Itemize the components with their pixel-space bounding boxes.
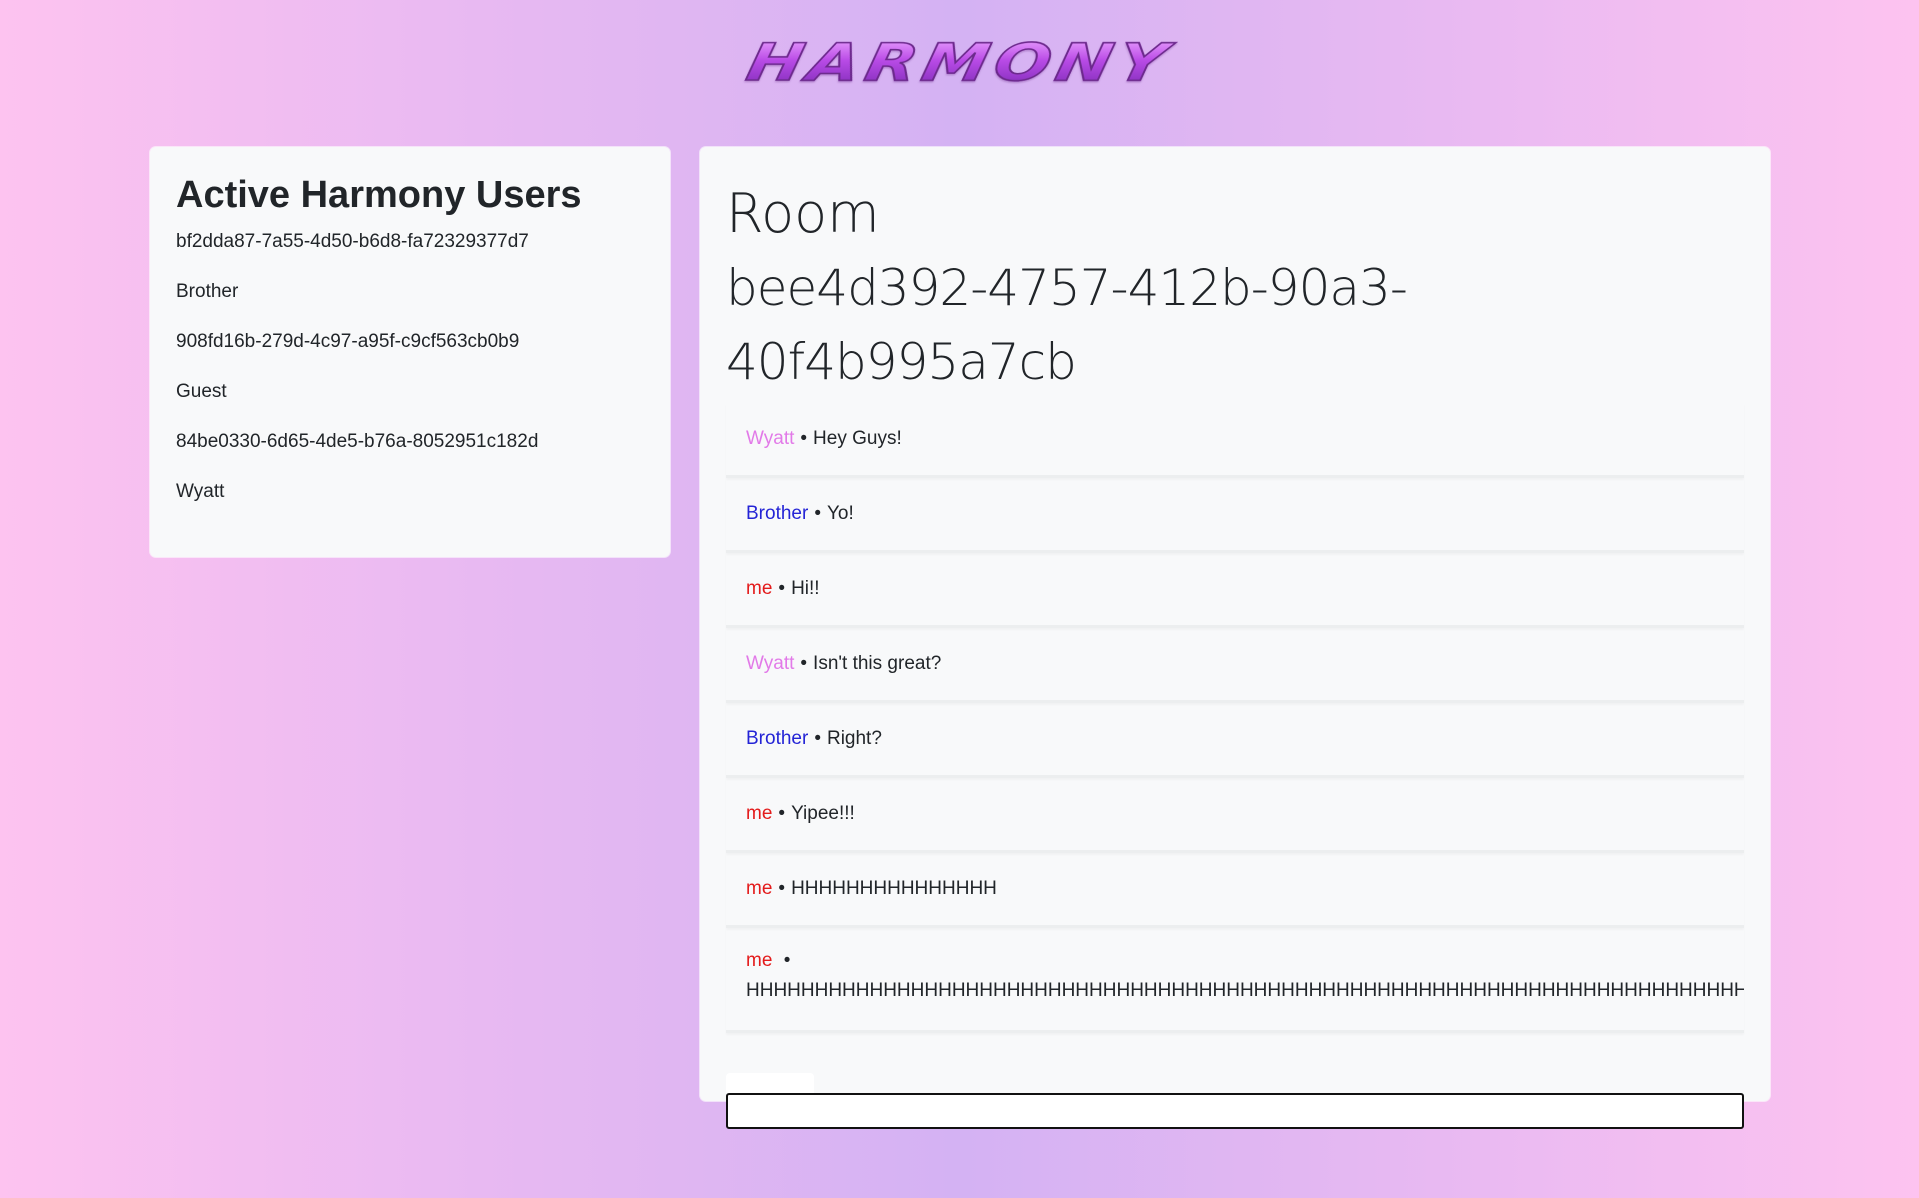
- message-text: HHHHHHHHHHHHHHH: [791, 878, 997, 899]
- user-entry: 84be0330-6d65-4de5-b76a-8052951c182d: [176, 430, 539, 452]
- message-sender: me: [746, 878, 773, 899]
- message-text: Yo!: [826, 503, 854, 524]
- message-item: Wyatt • Hey Guys!: [726, 403, 1744, 478]
- message-separator: •: [814, 503, 821, 524]
- message-item: Brother • Right?: [726, 703, 1744, 778]
- room-id: bee4d392-4757-412b-90a3-40f4b995a7cb: [726, 259, 1408, 391]
- logo-container: Harmony: [0, 30, 1919, 96]
- message-separator: •: [783, 950, 791, 971]
- message-text: HHHHHHHHHHHHHHHHHHHHHHHHHHHHHHHHHHHHHHHH…: [746, 980, 1744, 1001]
- message-item: me • Hi!!: [726, 553, 1744, 628]
- user-entry: Wyatt: [176, 480, 225, 502]
- message-text: Hi!!: [791, 578, 820, 599]
- message-separator: •: [778, 803, 786, 824]
- message-input[interactable]: [726, 1093, 1744, 1129]
- active-users-title: Active Harmony Users: [176, 174, 582, 216]
- message-text: Isn't this great?: [813, 653, 942, 674]
- message-item: Wyatt • Isn't this great?: [726, 628, 1744, 703]
- message-sender: me: [746, 950, 773, 971]
- message-sender: Wyatt: [746, 653, 795, 674]
- user-entry: Brother: [176, 280, 239, 302]
- message-sender: Brother: [746, 728, 809, 749]
- message-sender: Wyatt: [746, 428, 795, 449]
- message-item: me • Yipee!!!: [726, 778, 1744, 853]
- message-sender: me: [746, 578, 773, 599]
- user-entry: bf2dda87-7a55-4d50-b6d8-fa72329377d7: [176, 230, 529, 252]
- message-separator: •: [778, 878, 786, 899]
- message-list: Wyatt • Hey Guys! Brother • Yo! me • Hi!…: [726, 403, 1744, 1033]
- message-item: Brother • Yo!: [726, 478, 1744, 553]
- harmony-logo: Harmony: [740, 32, 1178, 94]
- chat-room-panel: Room bee4d392-4757-412b-90a3-40f4b995a7c…: [700, 147, 1770, 1129]
- message-separator: •: [800, 653, 808, 674]
- input-tab-stub: [726, 1073, 814, 1093]
- active-users-panel: Active Harmony Users bf2dda87-7a55-4d50-…: [150, 147, 670, 557]
- message-text: Yipee!!!: [791, 803, 855, 824]
- user-entry: Guest: [176, 380, 227, 402]
- message-separator: •: [814, 728, 821, 749]
- message-sender: me: [746, 803, 773, 824]
- message-separator: •: [800, 428, 808, 449]
- message-item: me • HHHHHHHHHHHHHHH: [726, 853, 1744, 928]
- room-title: Room: [726, 182, 880, 245]
- message-separator: •: [778, 578, 786, 599]
- user-entry: 908fd16b-279d-4c97-a95f-c9cf563cb0b9: [176, 330, 520, 352]
- room-heading: Room bee4d392-4757-412b-90a3-40f4b995a7c…: [726, 177, 1744, 399]
- message-text: Right?: [826, 728, 882, 749]
- message-sender: Brother: [746, 503, 809, 524]
- message-item: me • HHHHHHHHHHHHHHHHHHHHHHHHHHHHHHHHHHH…: [726, 928, 1744, 1033]
- message-text: Hey Guys!: [813, 428, 902, 449]
